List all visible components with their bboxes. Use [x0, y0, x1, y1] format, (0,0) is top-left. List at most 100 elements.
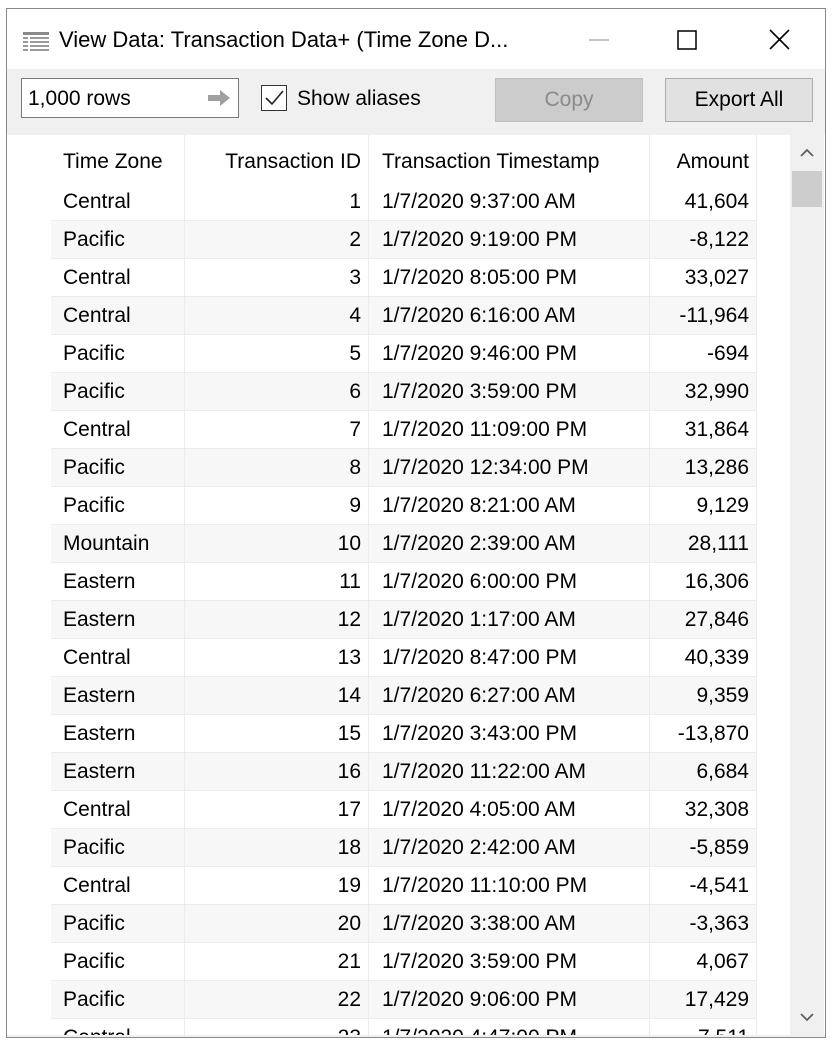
cell-transaction-id[interactable]: 18 [185, 829, 369, 867]
show-aliases-label[interactable]: Show aliases [297, 87, 421, 111]
cell-time-zone[interactable]: Eastern [51, 601, 185, 639]
maximize-button[interactable] [643, 9, 735, 69]
cell-amount[interactable]: 7,511 [650, 1019, 757, 1035]
table-row[interactable]: Eastern 11 1/7/2020 6:00:00 PM 16,306 [51, 563, 757, 601]
cell-transaction-id[interactable]: 5 [185, 335, 369, 373]
cell-time-zone[interactable]: Pacific [51, 449, 185, 487]
cell-transaction-timestamp[interactable]: 1/7/2020 8:21:00 AM [369, 487, 650, 525]
column-header-time-zone[interactable]: Time Zone [51, 135, 185, 183]
cell-transaction-timestamp[interactable]: 1/7/2020 4:05:00 AM [369, 791, 650, 829]
cell-transaction-timestamp[interactable]: 1/7/2020 3:59:00 PM [369, 373, 650, 411]
cell-time-zone[interactable]: Pacific [51, 373, 185, 411]
cell-amount[interactable]: -5,859 [650, 829, 757, 867]
cell-transaction-id[interactable]: 15 [185, 715, 369, 753]
show-aliases-checkbox[interactable] [261, 85, 287, 111]
export-all-button[interactable]: Export All [665, 78, 813, 122]
cell-transaction-timestamp[interactable]: 1/7/2020 6:00:00 PM [369, 563, 650, 601]
cell-amount[interactable]: 40,339 [650, 639, 757, 677]
cell-amount[interactable]: 27,846 [650, 601, 757, 639]
table-row[interactable]: Central 17 1/7/2020 4:05:00 AM 32,308 [51, 791, 757, 829]
cell-transaction-timestamp[interactable]: 1/7/2020 11:10:00 PM [369, 867, 650, 905]
cell-amount[interactable]: 31,864 [650, 411, 757, 449]
cell-time-zone[interactable]: Mountain [51, 525, 185, 563]
cell-time-zone[interactable]: Pacific [51, 943, 185, 981]
cell-time-zone[interactable]: Eastern [51, 753, 185, 791]
cell-amount[interactable]: 17,429 [650, 981, 757, 1019]
cell-transaction-timestamp[interactable]: 1/7/2020 2:42:00 AM [369, 829, 650, 867]
table-row[interactable]: Central 3 1/7/2020 8:05:00 PM 33,027 [51, 259, 757, 297]
cell-transaction-id[interactable]: 1 [185, 183, 369, 221]
table-row[interactable]: Pacific 9 1/7/2020 8:21:00 AM 9,129 [51, 487, 757, 525]
cell-transaction-timestamp[interactable]: 1/7/2020 11:22:00 AM [369, 753, 650, 791]
cell-amount[interactable]: 32,990 [650, 373, 757, 411]
cell-transaction-id[interactable]: 10 [185, 525, 369, 563]
table-row[interactable]: Pacific 6 1/7/2020 3:59:00 PM 32,990 [51, 373, 757, 411]
cell-amount[interactable]: 32,308 [650, 791, 757, 829]
cell-transaction-id[interactable]: 12 [185, 601, 369, 639]
table-row[interactable]: Central 4 1/7/2020 6:16:00 AM -11,964 [51, 297, 757, 335]
cell-time-zone[interactable]: Central [51, 259, 185, 297]
cell-amount[interactable]: -13,870 [650, 715, 757, 753]
column-header-transaction-id[interactable]: Transaction ID [185, 135, 369, 183]
cell-transaction-id[interactable]: 11 [185, 563, 369, 601]
cell-transaction-timestamp[interactable]: 1/7/2020 9:19:00 PM [369, 221, 650, 259]
cell-transaction-id[interactable]: 6 [185, 373, 369, 411]
table-row[interactable]: Pacific 21 1/7/2020 3:59:00 PM 4,067 [51, 943, 757, 981]
cell-transaction-id[interactable]: 3 [185, 259, 369, 297]
cell-transaction-timestamp[interactable]: 1/7/2020 6:16:00 AM [369, 297, 650, 335]
cell-transaction-timestamp[interactable]: 1/7/2020 8:47:00 PM [369, 639, 650, 677]
cell-transaction-id[interactable]: 17 [185, 791, 369, 829]
table-row[interactable]: Pacific 8 1/7/2020 12:34:00 PM 13,286 [51, 449, 757, 487]
table-row[interactable]: Eastern 15 1/7/2020 3:43:00 PM -13,870 [51, 715, 757, 753]
close-button[interactable] [735, 9, 825, 69]
scroll-down-button[interactable] [790, 1001, 824, 1035]
cell-amount[interactable]: 9,129 [650, 487, 757, 525]
cell-time-zone[interactable]: Pacific [51, 335, 185, 373]
cell-transaction-id[interactable]: 2 [185, 221, 369, 259]
table-row[interactable]: Pacific 22 1/7/2020 9:06:00 PM 17,429 [51, 981, 757, 1019]
vertical-scrollbar[interactable] [790, 135, 824, 1035]
cell-transaction-id[interactable]: 19 [185, 867, 369, 905]
minimize-button[interactable] [551, 9, 643, 69]
cell-transaction-timestamp[interactable]: 1/7/2020 9:06:00 PM [369, 981, 650, 1019]
cell-amount[interactable]: 4,067 [650, 943, 757, 981]
cell-transaction-id[interactable]: 23 [185, 1019, 369, 1035]
cell-time-zone[interactable]: Pacific [51, 981, 185, 1019]
cell-amount[interactable]: 9,359 [650, 677, 757, 715]
cell-transaction-id[interactable]: 16 [185, 753, 369, 791]
table-row[interactable]: Central 19 1/7/2020 11:10:00 PM -4,541 [51, 867, 757, 905]
cell-time-zone[interactable]: Eastern [51, 677, 185, 715]
cell-transaction-timestamp[interactable]: 1/7/2020 12:34:00 PM [369, 449, 650, 487]
scroll-up-button[interactable] [790, 135, 824, 169]
cell-transaction-timestamp[interactable]: 1/7/2020 9:37:00 AM [369, 183, 650, 221]
table-row[interactable]: Pacific 5 1/7/2020 9:46:00 PM -694 [51, 335, 757, 373]
cell-amount[interactable]: 33,027 [650, 259, 757, 297]
data-grid[interactable]: Time Zone Transaction ID Transaction Tim… [7, 135, 825, 1035]
cell-amount[interactable]: 28,111 [650, 525, 757, 563]
cell-transaction-id[interactable]: 14 [185, 677, 369, 715]
table-row[interactable]: Eastern 16 1/7/2020 11:22:00 AM 6,684 [51, 753, 757, 791]
cell-amount[interactable]: 13,286 [650, 449, 757, 487]
scroll-thumb[interactable] [792, 171, 822, 207]
cell-amount[interactable]: 41,604 [650, 183, 757, 221]
cell-amount[interactable]: 6,684 [650, 753, 757, 791]
rows-count-input[interactable]: 1,000 rows [21, 78, 239, 118]
cell-time-zone[interactable]: Central [51, 639, 185, 677]
cell-time-zone[interactable]: Central [51, 411, 185, 449]
table-row[interactable]: Pacific 18 1/7/2020 2:42:00 AM -5,859 [51, 829, 757, 867]
cell-time-zone[interactable]: Central [51, 297, 185, 335]
cell-amount[interactable]: -3,363 [650, 905, 757, 943]
cell-amount[interactable]: -694 [650, 335, 757, 373]
table-row[interactable]: Central 13 1/7/2020 8:47:00 PM 40,339 [51, 639, 757, 677]
cell-time-zone[interactable]: Pacific [51, 221, 185, 259]
cell-amount[interactable]: -11,964 [650, 297, 757, 335]
cell-transaction-id[interactable]: 4 [185, 297, 369, 335]
cell-time-zone[interactable]: Pacific [51, 829, 185, 867]
cell-transaction-timestamp[interactable]: 1/7/2020 6:27:00 AM [369, 677, 650, 715]
cell-transaction-id[interactable]: 22 [185, 981, 369, 1019]
copy-button[interactable]: Copy [495, 78, 643, 122]
cell-transaction-timestamp[interactable]: 1/7/2020 11:09:00 PM [369, 411, 650, 449]
cell-transaction-id[interactable]: 13 [185, 639, 369, 677]
cell-time-zone[interactable]: Central [51, 1019, 185, 1035]
cell-transaction-timestamp[interactable]: 1/7/2020 3:59:00 PM [369, 943, 650, 981]
